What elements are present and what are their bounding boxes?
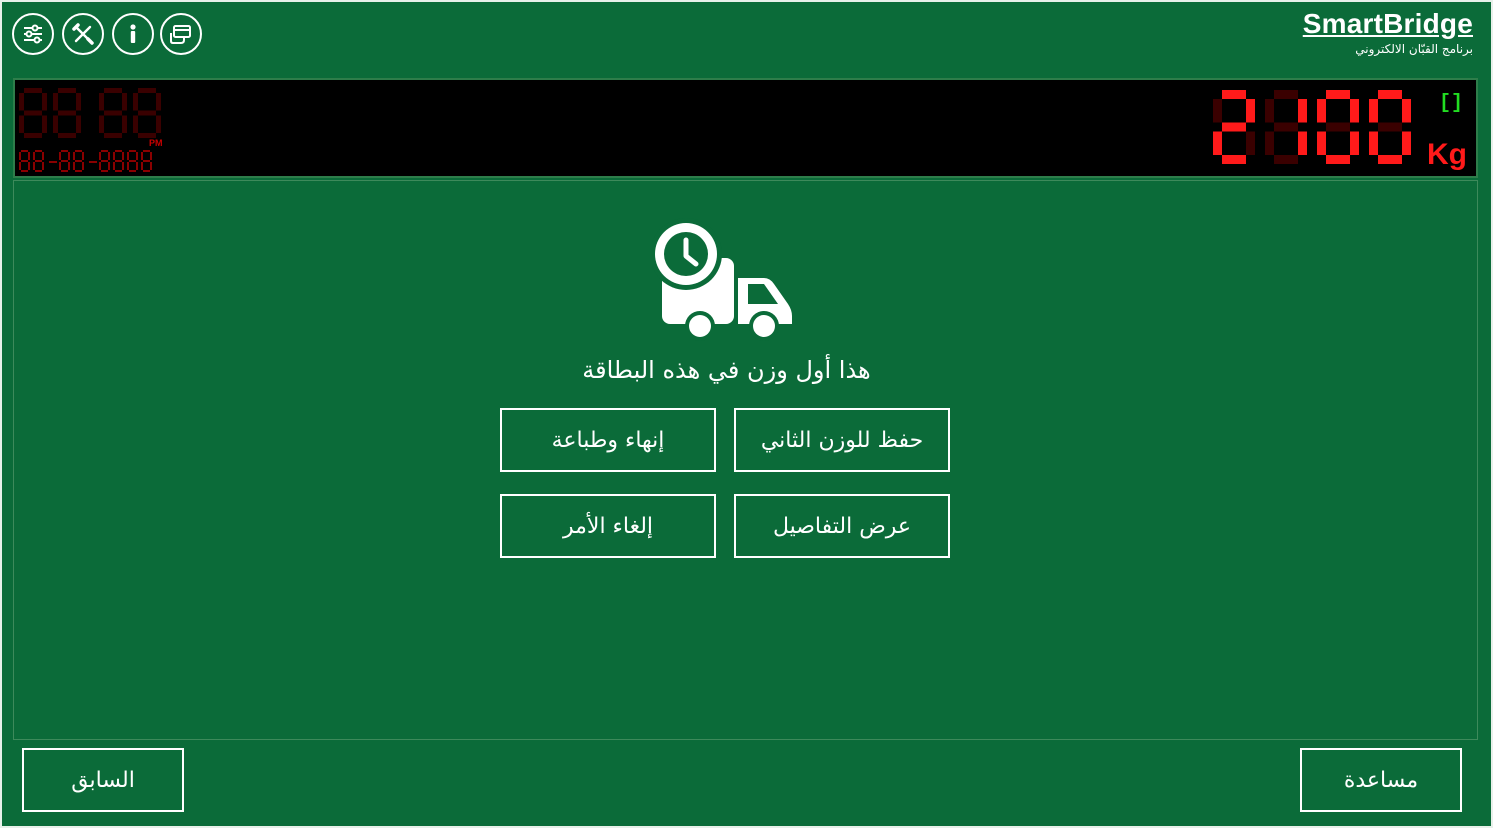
finish-print-button[interactable]: إنهاء وطباعة (500, 408, 716, 472)
settings-sliders-icon[interactable] (12, 13, 54, 55)
top-bar: SmartBridge برنامج القبّان الالكتروني (2, 2, 1491, 74)
status-indicator: [] (1439, 92, 1463, 115)
date-digit (19, 150, 30, 172)
card-payment-icon[interactable] (160, 13, 202, 55)
first-weight-message: هذا أول وزن في هذه البطاقة (582, 356, 871, 384)
clock-digit (99, 88, 127, 138)
weight-digit (1369, 90, 1411, 164)
clock-digit (133, 88, 161, 138)
brand: SmartBridge برنامج القبّان الالكتروني (1303, 8, 1473, 56)
date-digit (113, 150, 124, 172)
info-icon[interactable] (112, 13, 154, 55)
app-window: SmartBridge برنامج القبّان الالكتروني PM… (0, 0, 1493, 828)
weight-unit: Kg (1427, 138, 1467, 171)
weight-digit (1265, 90, 1307, 164)
help-button[interactable]: مساعدة (1300, 748, 1462, 812)
digital-display: PM Kg [] (13, 78, 1478, 178)
cancel-button[interactable]: إلغاء الأمر (500, 494, 716, 558)
date-digit (127, 150, 138, 172)
weight-display: Kg [] (1213, 90, 1467, 171)
previous-button[interactable]: السابق (22, 748, 184, 812)
clock-display: PM (19, 88, 163, 172)
clock-ampm: PM (149, 138, 163, 148)
brand-subtitle: برنامج القبّان الالكتروني (1355, 42, 1473, 56)
weight-digit (1317, 90, 1359, 164)
date-digit (73, 150, 84, 172)
brand-title: SmartBridge (1302, 8, 1473, 39)
tools-icon[interactable] (62, 13, 104, 55)
date-separator (49, 161, 57, 163)
main-panel: هذا أول وزن في هذه البطاقة حفظ للوزن الث… (13, 180, 1478, 740)
save-second-weight-button[interactable]: حفظ للوزن الثاني (734, 408, 950, 472)
date-digit (141, 150, 152, 172)
show-details-button[interactable]: عرض التفاصيل (734, 494, 950, 558)
truck-clock-icon (652, 218, 792, 341)
date-digit (33, 150, 44, 172)
clock-digit (53, 88, 81, 138)
date-digit (59, 150, 70, 172)
weight-digit (1213, 90, 1255, 164)
date-digit (99, 150, 110, 172)
clock-digit (19, 88, 47, 138)
date-separator (89, 161, 97, 163)
